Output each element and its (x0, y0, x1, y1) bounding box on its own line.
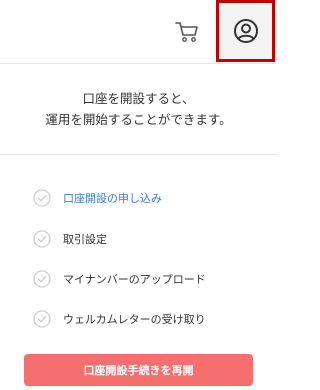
intro-line-2: 運用を開始することができます。 (45, 112, 232, 127)
check-circle-icon (33, 230, 51, 248)
check-circle-icon (33, 189, 51, 207)
intro-line-1: 口座を開設すると、 (82, 91, 195, 106)
check-circle-icon (33, 270, 51, 288)
step-label: 取引設定 (63, 233, 107, 246)
shopping-cart-icon (175, 22, 198, 42)
step-welcome-letter: ウェルカムレターの受け取り (33, 309, 206, 329)
user-account-icon (233, 19, 258, 43)
step-mynumber-upload: マイナンバーのアップロード (33, 269, 206, 289)
intro-message: 口座を開設すると、 運用を開始することができます。 (0, 64, 277, 155)
step-trade-settings: 取引設定 (33, 229, 107, 249)
step-label: マイナンバーのアップロード (63, 273, 206, 286)
resume-application-button[interactable]: 口座開設手続きを再開 (24, 354, 253, 386)
step-label: 口座開設の申し込み (63, 192, 162, 205)
check-circle-icon (33, 310, 51, 328)
account-button[interactable] (216, 0, 275, 62)
step-application[interactable]: 口座開設の申し込み (33, 188, 162, 208)
account-opening-panel: 口座を開設すると、 運用を開始することができます。 口座開設の申し込み 取引設定 (0, 0, 277, 390)
header-bar (0, 0, 277, 64)
step-label: ウェルカムレターの受け取り (63, 313, 206, 326)
cart-button[interactable] (170, 12, 204, 52)
